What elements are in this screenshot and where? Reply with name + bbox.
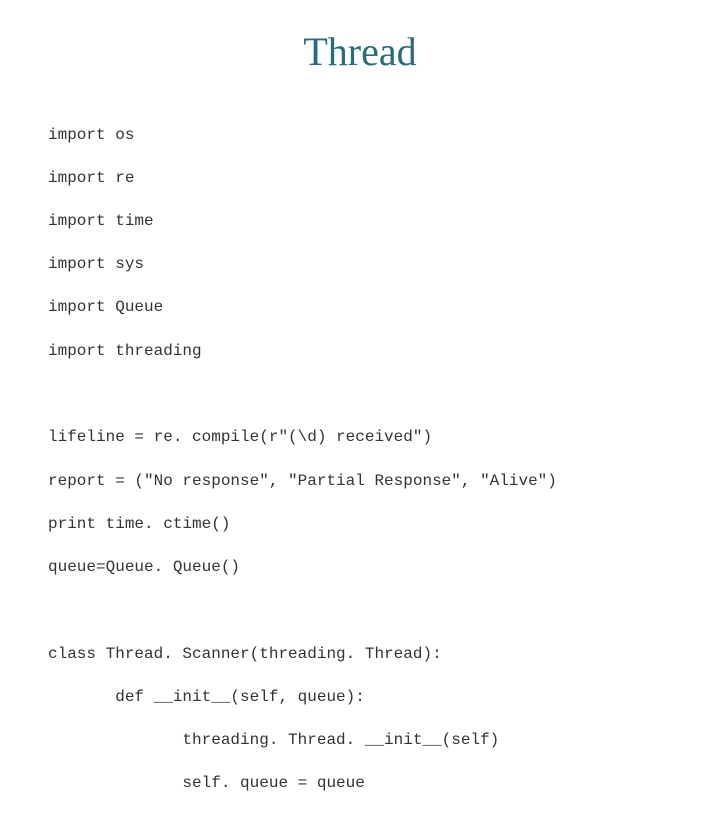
code-line: import threading [48, 341, 672, 363]
code-line: report = ("No response", "Partial Respon… [48, 471, 672, 493]
imports-block: import os import re import time import s… [48, 103, 672, 384]
setup-block: lifeline = re. compile(r"(\d) received")… [48, 406, 672, 600]
classdef-block: class Thread. Scanner(threading. Thread)… [48, 622, 672, 816]
code-line: import sys [48, 254, 672, 276]
code-line: queue=Queue. Queue() [48, 557, 672, 579]
code-line: def __init__(self, queue): [48, 687, 672, 709]
code-line: self. queue = queue [48, 773, 672, 795]
page-title: Thread [48, 28, 672, 75]
code-line: import re [48, 168, 672, 190]
code-line: class Thread. Scanner(threading. Thread)… [48, 644, 672, 666]
code-line: import time [48, 211, 672, 233]
code-line: import os [48, 125, 672, 147]
code-line: print time. ctime() [48, 514, 672, 536]
code-line: import Queue [48, 297, 672, 319]
code-line: lifeline = re. compile(r"(\d) received") [48, 427, 672, 449]
code-line: threading. Thread. __init__(self) [48, 730, 672, 752]
